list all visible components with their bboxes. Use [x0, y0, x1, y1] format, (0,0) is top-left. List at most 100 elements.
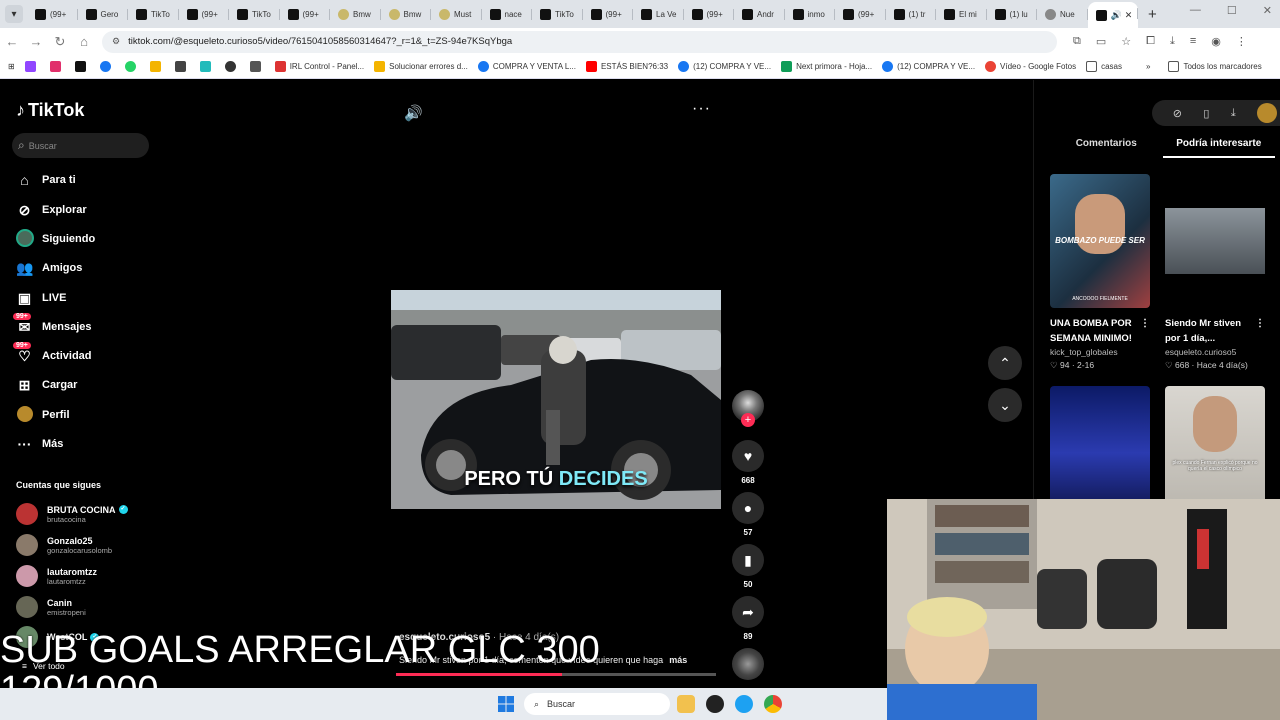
bookmark-item[interactable]: (12) COMPRA Y VE... [678, 61, 771, 72]
bookmark-item[interactable]: COMPRA Y VENTA L... [477, 61, 576, 72]
bookmark-item[interactable] [174, 61, 190, 72]
download-icon[interactable]: ⤓ [1170, 35, 1175, 48]
profile-avatar-icon[interactable]: ◉ [1211, 35, 1221, 48]
music-disc-button[interactable] [732, 648, 764, 680]
card-menu-icon[interactable]: ⋮ [1140, 316, 1150, 331]
nav-explore[interactable]: ⊘ Explorar [16, 199, 87, 221]
creator-avatar-button[interactable]: + [732, 390, 764, 427]
browser-menu-icon[interactable]: ⋮ [1236, 35, 1247, 48]
volume-icon[interactable]: 🔊 [404, 104, 423, 122]
browser-tab[interactable]: TikTo [532, 3, 583, 25]
address-bar[interactable]: ⚙ tiktok.com/@esqueleto.curioso5/video/7… [102, 30, 1057, 53]
browser-tab[interactable]: El mi [936, 3, 987, 25]
bookmark-item[interactable] [49, 61, 65, 72]
comment-button[interactable]: ● 57 [732, 492, 764, 537]
minimize-icon[interactable]: — [1190, 4, 1201, 17]
maximize-icon[interactable]: ☐ [1227, 4, 1237, 17]
more-link[interactable]: más [669, 655, 687, 665]
bookmark-item[interactable] [249, 61, 265, 72]
followed-account[interactable]: BRUTA COCINA ✓ brutacocina [16, 503, 128, 525]
browser-tab-active[interactable]: 🔊 ✕ [1087, 2, 1138, 28]
browser-tab[interactable]: Andr [734, 3, 785, 25]
bookmark-item[interactable] [74, 61, 90, 72]
search-input[interactable]: ⌕ Buscar [12, 133, 149, 158]
bookmark-item[interactable]: (12) COMPRA Y VE... [882, 61, 975, 72]
device-icon[interactable]: ▯ [1203, 107, 1209, 120]
tab-suggested[interactable]: Podría interesarte [1162, 138, 1275, 158]
browser-tab[interactable]: TikTo [128, 3, 179, 25]
site-info-icon[interactable]: ⚙ [112, 36, 120, 47]
install-app-icon[interactable]: ▭ [1096, 35, 1106, 48]
browser-tab[interactable]: TikTo [229, 3, 280, 25]
file-explorer-icon[interactable] [677, 695, 695, 713]
home-icon[interactable]: ⌂ [72, 34, 96, 49]
edge-icon[interactable] [735, 695, 753, 713]
bookmark-item[interactable]: Solucionar errores d... [374, 61, 468, 72]
media-control-icon[interactable]: ≡ [1190, 35, 1196, 48]
close-window-icon[interactable]: ✕ [1263, 4, 1272, 17]
translate-icon[interactable]: ⧉ [1073, 35, 1081, 48]
card-menu-icon[interactable]: ⋮ [1255, 316, 1265, 331]
browser-tab[interactable]: Must [431, 3, 482, 25]
browser-tab[interactable]: Bmw [381, 3, 432, 25]
tiktok-logo[interactable]: ♪ TikTok [16, 100, 84, 121]
browser-tab[interactable]: nace [482, 3, 533, 25]
nav-upload[interactable]: ⊞ Cargar [16, 374, 78, 396]
bookmark-item[interactable] [124, 61, 140, 72]
suggested-video-card[interactable]: Siendo Mr stiven por 1 día,... ⋮ esquelet… [1165, 174, 1265, 371]
nav-profile[interactable]: Perfil [16, 404, 70, 426]
bookmark-item[interactable]: casas [1086, 61, 1122, 72]
browser-tab[interactable]: La Ve [633, 3, 684, 25]
followed-account[interactable]: Gonzalo25 gonzalocarusolomb [16, 534, 112, 556]
bookmark-item[interactable] [99, 61, 115, 72]
browser-tab[interactable]: Nue [1037, 3, 1088, 25]
autoscroll-icon[interactable]: ⊘ [1173, 107, 1182, 120]
bookmark-star-icon[interactable]: ☆ [1121, 35, 1131, 48]
audio-playing-icon[interactable]: 🔊 [1111, 10, 1122, 21]
bookmark-item[interactable] [199, 61, 215, 72]
suggested-video-card[interactable]: BOMBAZO PUEDE SER ANCOOOO FIELMENTE UNA … [1050, 174, 1150, 371]
chrome-icon[interactable] [764, 695, 782, 713]
followed-account[interactable]: lautaromtzz lautaromtzz [16, 565, 97, 587]
extensions-icon[interactable]: ⧠ [1146, 35, 1155, 48]
tab-search-button[interactable]: ▾ [5, 5, 23, 23]
bookmark-item[interactable]: IRL Control - Panel... [274, 61, 364, 72]
windows-start-icon[interactable] [498, 696, 514, 712]
download-icon[interactable]: ⤓ [1231, 107, 1236, 120]
more-bookmarks-icon[interactable]: » [1146, 62, 1150, 71]
reload-icon[interactable]: ↻ [48, 34, 72, 50]
share-button[interactable]: ➦ 89 [732, 596, 764, 641]
user-avatar[interactable] [1257, 103, 1278, 123]
browser-tab[interactable]: (1) lu [987, 3, 1038, 25]
browser-tab[interactable]: (99+ [179, 3, 230, 25]
more-options-icon[interactable]: ··· [692, 100, 711, 118]
nav-activity[interactable]: ♡ 99+ Actividad [13, 341, 92, 367]
browser-tab[interactable]: (99+ [280, 3, 331, 25]
apps-grid-icon[interactable]: ⊞ [8, 62, 15, 71]
nav-following[interactable]: Siguiendo [16, 228, 95, 250]
nav-more[interactable]: ··· Más [16, 433, 64, 455]
follow-plus-icon[interactable]: + [741, 413, 755, 427]
previous-video-button[interactable]: ⌃ [988, 346, 1022, 380]
bookmark-item[interactable] [149, 61, 165, 72]
close-tab-icon[interactable]: ✕ [1125, 10, 1133, 21]
browser-tab[interactable]: Gero [78, 3, 129, 25]
nav-messages[interactable]: ✉ 99+ Mensajes [13, 312, 92, 338]
bookmark-item[interactable]: Vídeo - Google Fotos [985, 61, 1076, 72]
video-player[interactable]: PERO TÚ DECIDES [391, 290, 721, 509]
browser-tab[interactable]: (99+ [684, 3, 735, 25]
bookmark-item[interactable]: ESTÁS BIEN?6:33 [585, 61, 668, 72]
forward-icon[interactable]: → [24, 34, 48, 49]
save-button[interactable]: ▮ 50 [732, 544, 764, 589]
browser-tab[interactable]: (99+ [27, 3, 78, 25]
bookmark-item[interactable]: Next primora - Hoja... [781, 61, 872, 72]
back-icon[interactable]: ← [0, 34, 24, 49]
browser-tab[interactable]: inmo [785, 3, 836, 25]
browser-tab[interactable]: (99+ [583, 3, 634, 25]
browser-tab[interactable]: (1) tr [886, 3, 937, 25]
new-tab-button[interactable]: + [1148, 6, 1157, 23]
nav-friends[interactable]: 👥 Amigos [16, 257, 82, 279]
bookmark-item[interactable] [24, 61, 40, 72]
browser-tab[interactable]: Bmw [330, 3, 381, 25]
tab-comments[interactable]: Comentarios [1050, 138, 1163, 158]
